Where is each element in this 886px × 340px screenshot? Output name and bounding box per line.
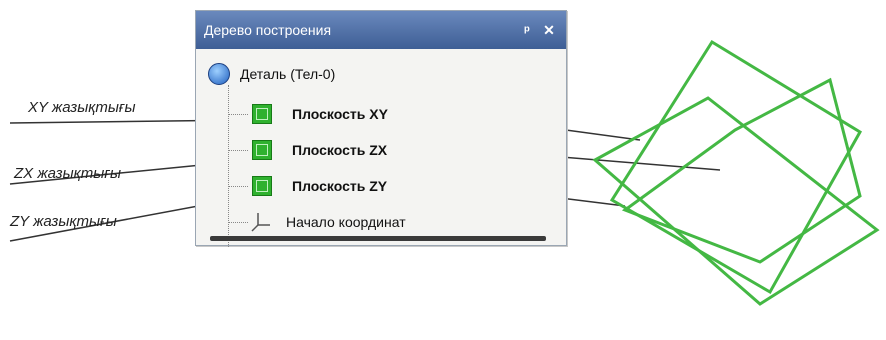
tree-item-plane-xy[interactable]: Плоскость XY — [252, 101, 388, 127]
tree-item-origin[interactable]: Начало координат — [250, 209, 406, 235]
horizontal-scrollbar[interactable] — [210, 236, 546, 241]
part-icon — [208, 63, 230, 85]
tree-item-label: Начало координат — [286, 214, 406, 230]
plane-icon — [252, 140, 272, 160]
tree-view: Деталь (Тел-0) Плоскость XY Плоскость ZX… — [196, 49, 566, 247]
plane-icon — [252, 176, 272, 196]
tree-connector — [228, 150, 248, 151]
tree-connector — [228, 222, 248, 223]
tree-item-label: Деталь (Тел-0) — [240, 66, 336, 82]
origin-icon — [251, 213, 270, 232]
tree-item-label: Плоскость XY — [292, 106, 388, 122]
plane-zy-shape — [621, 77, 862, 264]
tree-item-plane-zy[interactable]: Плоскость ZY — [252, 173, 387, 199]
callout-zx-label: ZX жазықтығы — [14, 165, 121, 182]
tree-connector — [228, 186, 248, 187]
panel-title: Дерево построения — [204, 22, 332, 38]
close-icon[interactable]: ✕ — [540, 21, 558, 39]
panel-titlebar: Дерево построения ᵖ ✕ — [196, 11, 566, 49]
plane-xy-shape — [609, 39, 863, 295]
build-tree-panel: Дерево построения ᵖ ✕ Деталь (Тел-0) Пло… — [195, 10, 567, 247]
tree-item-part[interactable]: Деталь (Тел-0) — [208, 61, 335, 87]
pin-icon[interactable]: ᵖ — [518, 21, 536, 39]
plane-icon — [252, 104, 272, 124]
tree-item-plane-zx[interactable]: Плоскость ZX — [252, 137, 387, 163]
tree-connector — [228, 114, 248, 115]
callout-zy-label: ZY жазықтығы — [10, 213, 117, 230]
callout-xy-label: XY жазықтығы — [28, 99, 136, 116]
tree-item-label: Плоскость ZY — [292, 178, 388, 194]
tree-item-label: Плоскость ZX — [292, 142, 388, 158]
